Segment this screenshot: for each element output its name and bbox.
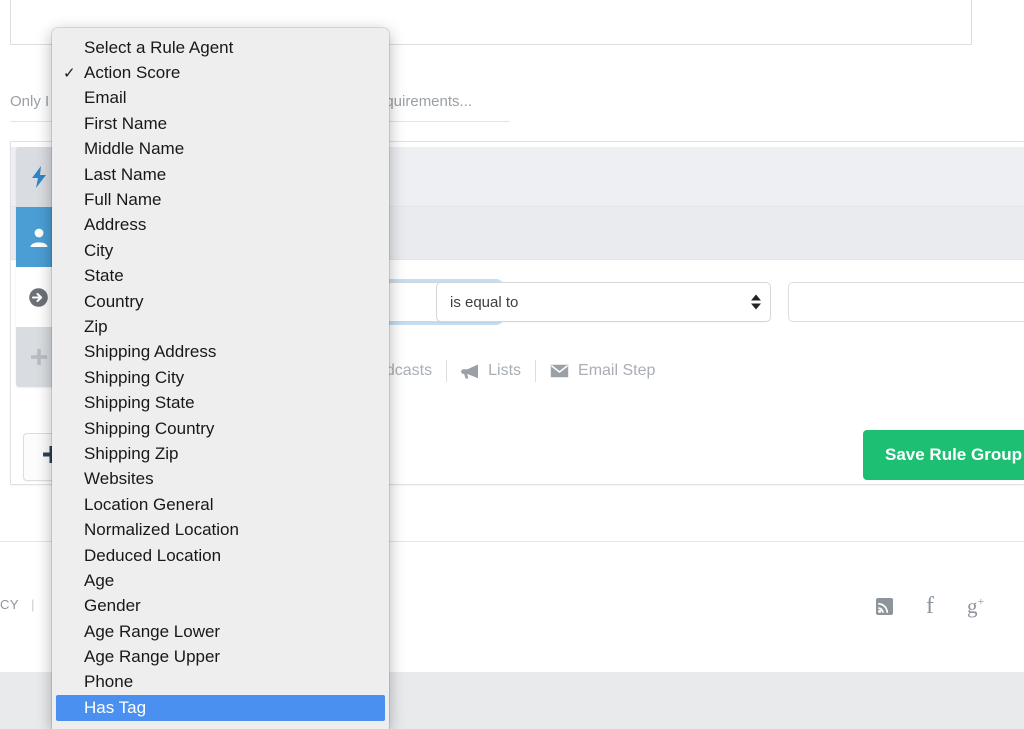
dropdown-option[interactable]: Email (52, 86, 389, 111)
dropdown-option[interactable]: Age Range Lower (52, 619, 389, 644)
dropdown-option[interactable]: Last Name (52, 162, 389, 187)
dropdown-option-label: Shipping State (84, 393, 195, 413)
rss-icon[interactable] (876, 597, 893, 615)
footer-legal-text[interactable]: CY (0, 597, 19, 612)
rule-operator-select[interactable]: is equal to (436, 282, 771, 322)
dropdown-option-label: Action Score (84, 63, 181, 83)
dropdown-option-label: Shipping Country (84, 418, 215, 438)
toolbar-divider (535, 360, 537, 382)
dropdown-option-label: Websites (84, 469, 154, 489)
toolbar-divider (446, 360, 448, 382)
dropdown-option-label: Last Name (84, 164, 167, 184)
dropdown-option-label: Country (84, 291, 144, 311)
facebook-icon[interactable]: f (926, 594, 934, 618)
helper-text-left: Only I (10, 93, 50, 110)
footer-separator: | (31, 597, 35, 612)
dropdown-option-label: First Name (84, 113, 168, 133)
plus-icon (30, 348, 48, 366)
dropdown-option-label: Age (84, 570, 115, 590)
dropdown-option-label: Select a Rule Agent (84, 37, 234, 57)
dropdown-option[interactable]: Normalized Location (52, 517, 389, 542)
dropdown-option[interactable]: Address (52, 213, 389, 238)
dropdown-option-label: Shipping City (84, 367, 185, 387)
dropdown-option-label: Normalized Location (84, 520, 239, 540)
dropdown-option-label: Gender (84, 596, 141, 616)
dropdown-option[interactable]: City (52, 238, 389, 263)
dropdown-option[interactable]: Shipping Country (52, 416, 389, 441)
dropdown-option-label: Has Tag (84, 697, 147, 717)
dropdown-option-label: Full Name (84, 190, 162, 210)
arrow-circle-right-icon (28, 287, 49, 308)
dropdown-option-label: Address (84, 215, 147, 235)
dropdown-option[interactable]: Age Range Upper (52, 644, 389, 669)
footer-social-links: f g+ (876, 594, 984, 618)
rule-operator-value: is equal to (450, 293, 519, 311)
dropdown-option[interactable]: First Name (52, 111, 389, 136)
save-rule-group-button[interactable]: Save Rule Group (863, 430, 1024, 480)
dropdown-option-label: Shipping Zip (84, 443, 179, 463)
agent-chip-label: Email Step (578, 362, 656, 379)
dropdown-option[interactable]: Zip (52, 314, 389, 339)
person-icon (29, 227, 49, 247)
dropdown-option[interactable]: Gender (52, 594, 389, 619)
envelope-icon (550, 364, 569, 378)
dropdown-option-label: Zip (84, 316, 108, 336)
dropdown-option-label: Email (84, 88, 127, 108)
dropdown-option[interactable]: Full Name (52, 187, 389, 212)
rule-value-input[interactable] (788, 282, 1024, 322)
dropdown-option-label: Phone (84, 672, 134, 692)
megaphone-icon (461, 364, 479, 379)
dropdown-option[interactable]: Country (52, 289, 389, 314)
dropdown-option-label: Shipping Address (84, 342, 217, 362)
lightning-bolt-icon (31, 166, 47, 188)
dropdown-option[interactable]: Phone (52, 670, 389, 695)
dropdown-option[interactable]: Action Score (52, 60, 389, 85)
dropdown-option-label: Age Range Lower (84, 621, 221, 641)
dropdown-option[interactable]: Age (52, 568, 389, 593)
rule-agent-dropdown-menu[interactable]: Select a Rule Agent Action Score Email Firs… (52, 28, 389, 729)
dropdown-option[interactable]: Shipping Zip (52, 441, 389, 466)
dropdown-option[interactable]: Middle Name (52, 137, 389, 162)
stepper-arrows-icon (751, 294, 761, 310)
dropdown-option-label: Middle Name (84, 139, 185, 159)
dropdown-option[interactable]: Has Tag (56, 695, 385, 721)
dropdown-option-label: Location General (84, 494, 214, 514)
dropdown-option-label: City (84, 240, 114, 260)
app-screen: ipsum nec nisl luctus posuere non sed le… (0, 0, 1024, 729)
dropdown-option[interactable]: Shipping City (52, 365, 389, 390)
dropdown-option[interactable]: State (52, 264, 389, 289)
footer-legal: CY | (0, 597, 47, 612)
agent-chip-label: Lists (488, 362, 522, 379)
dropdown-option[interactable]: Shipping Address (52, 340, 389, 365)
dropdown-option[interactable]: Location General (52, 492, 389, 517)
dropdown-option-label: State (84, 266, 124, 286)
googleplus-icon[interactable]: g+ (967, 595, 984, 617)
dropdown-option[interactable]: Select a Rule Agent (52, 35, 389, 60)
dropdown-option-label: Deduced Location (84, 545, 222, 565)
agent-chip-lists[interactable]: Lists (461, 362, 521, 380)
dropdown-option[interactable]: Deduced Location (52, 543, 389, 568)
dropdown-option-label: Age Range Upper (84, 647, 221, 667)
agent-chip-email-step[interactable]: Email Step (550, 362, 655, 380)
dropdown-option[interactable]: Shipping State (52, 390, 389, 415)
dropdown-option[interactable]: Websites (52, 467, 389, 492)
